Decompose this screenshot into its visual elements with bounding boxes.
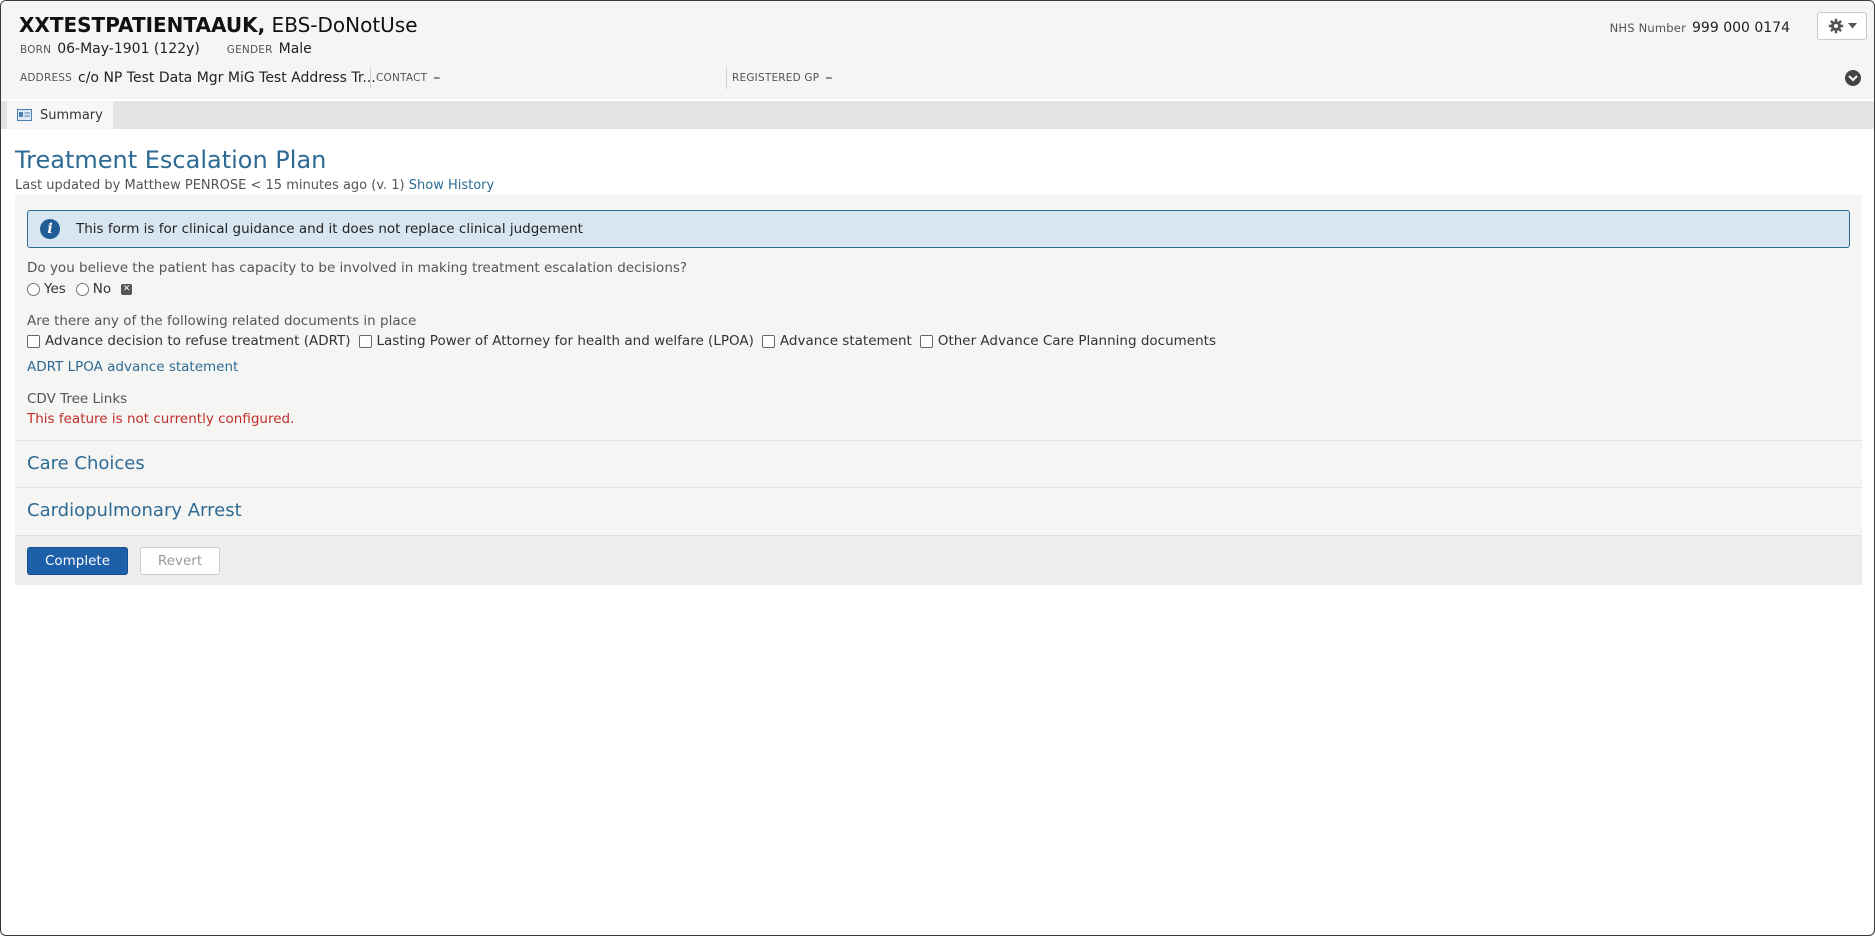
other-acp-checkbox[interactable] (919, 334, 933, 348)
capacity-yes-radio[interactable] (27, 282, 40, 296)
tab-bar: Summary (1, 101, 1874, 129)
address-cell: ADDRESS c/o NP Test Data Mgr MiG Test Ad… (20, 67, 376, 89)
revert-button[interactable]: Revert (140, 547, 220, 575)
clear-selection-icon[interactable]: ✕ (121, 283, 133, 295)
patient-name: XXTESTPATIENTAAUK, EBS-DoNotUse (19, 13, 418, 37)
tab-summary-label: Summary (40, 107, 103, 123)
last-updated: Last updated by Matthew PENROSE < 15 min… (15, 178, 494, 193)
info-banner: i This form is for clinical guidance and… (27, 210, 1850, 248)
address-value: c/o NP Test Data Mgr MiG Test Address Tr… (78, 70, 376, 86)
nhs-number-label: NHS Number (1609, 21, 1687, 35)
documents-question: Are there any of the following related d… (27, 313, 417, 329)
form-footer: Complete Revert (15, 535, 1862, 585)
complete-button[interactable]: Complete (27, 547, 128, 575)
patient-banner: XXTESTPATIENTAAUK, EBS-DoNotUse BORN 06-M… (1, 1, 1874, 99)
expand-banner-icon[interactable] (1845, 70, 1861, 86)
tab-summary[interactable]: Summary (7, 101, 113, 129)
gender-value: Male (278, 41, 312, 57)
address-label: ADDRESS (20, 72, 73, 84)
registered-gp-value: – (825, 70, 833, 86)
info-text: This form is for clinical guidance and i… (76, 221, 583, 237)
registered-gp-cell: REGISTERED GP – (726, 67, 832, 89)
capacity-no-label: No (92, 281, 112, 297)
lpoa-label: Lasting Power of Attorney for health and… (376, 333, 754, 349)
born-label: BORN (20, 44, 52, 56)
documents-options: Advance decision to refuse treatment (AD… (27, 333, 1216, 349)
patient-given-name: EBS-DoNotUse (265, 13, 418, 37)
caret-down-icon (1847, 23, 1857, 29)
lpoa-checkbox[interactable] (358, 334, 372, 348)
page-title: Treatment Escalation Plan (15, 146, 327, 174)
capacity-options: Yes No ✕ (27, 281, 133, 297)
demographics-row: BORN 06-May-1901 (122y) GENDER Male (20, 41, 312, 57)
nhs-number: NHS Number 999 000 0174 (1610, 17, 1790, 36)
contact-cell: CONTACT – (370, 67, 732, 89)
chevron-down-icon (1848, 74, 1858, 81)
cdv-error-message: This feature is not currently configured… (27, 411, 295, 427)
adrt-lpoa-link[interactable]: ADRT LPOA advance statement (27, 359, 238, 375)
adrt-checkbox[interactable] (27, 334, 40, 348)
form-panel: i This form is for clinical guidance and… (15, 195, 1862, 585)
section-care-choices[interactable]: Care Choices (15, 440, 1862, 486)
other-acp-label: Other Advance Care Planning documents (937, 333, 1216, 349)
last-updated-text: Last updated by Matthew PENROSE < 15 min… (15, 178, 405, 193)
info-icon: i (40, 219, 60, 239)
nhs-number-value: 999 000 0174 (1692, 20, 1790, 36)
contact-details-row: ADDRESS c/o NP Test Data Mgr MiG Test Ad… (20, 67, 1874, 89)
born-value: 06-May-1901 (122y) (57, 41, 200, 57)
app-window: XXTESTPATIENTAAUK, EBS-DoNotUse BORN 06-M… (0, 0, 1875, 936)
summary-card-icon (17, 109, 32, 121)
section-cardiopulmonary-arrest[interactable]: Cardiopulmonary Arrest (15, 487, 1862, 533)
patient-surname: XXTESTPATIENTAAUK, (19, 13, 266, 37)
capacity-no-radio[interactable] (75, 282, 89, 296)
advance-statement-label: Advance statement (779, 333, 912, 349)
registered-gp-label: REGISTERED GP (732, 72, 820, 84)
advance-statement-checkbox[interactable] (761, 334, 775, 348)
adrt-label: Advance decision to refuse treatment (AD… (45, 333, 351, 349)
show-history-link[interactable]: Show History (409, 178, 494, 193)
gender-label: GENDER (226, 44, 273, 56)
cdv-tree-links-label: CDV Tree Links (27, 391, 128, 407)
capacity-question: Do you believe the patient has capacity … (27, 260, 688, 276)
contact-label: CONTACT (376, 72, 428, 84)
settings-menu-button[interactable] (1817, 12, 1867, 40)
capacity-yes-label: Yes (44, 281, 66, 297)
contact-value: – (433, 70, 441, 86)
gear-icon (1828, 18, 1843, 34)
